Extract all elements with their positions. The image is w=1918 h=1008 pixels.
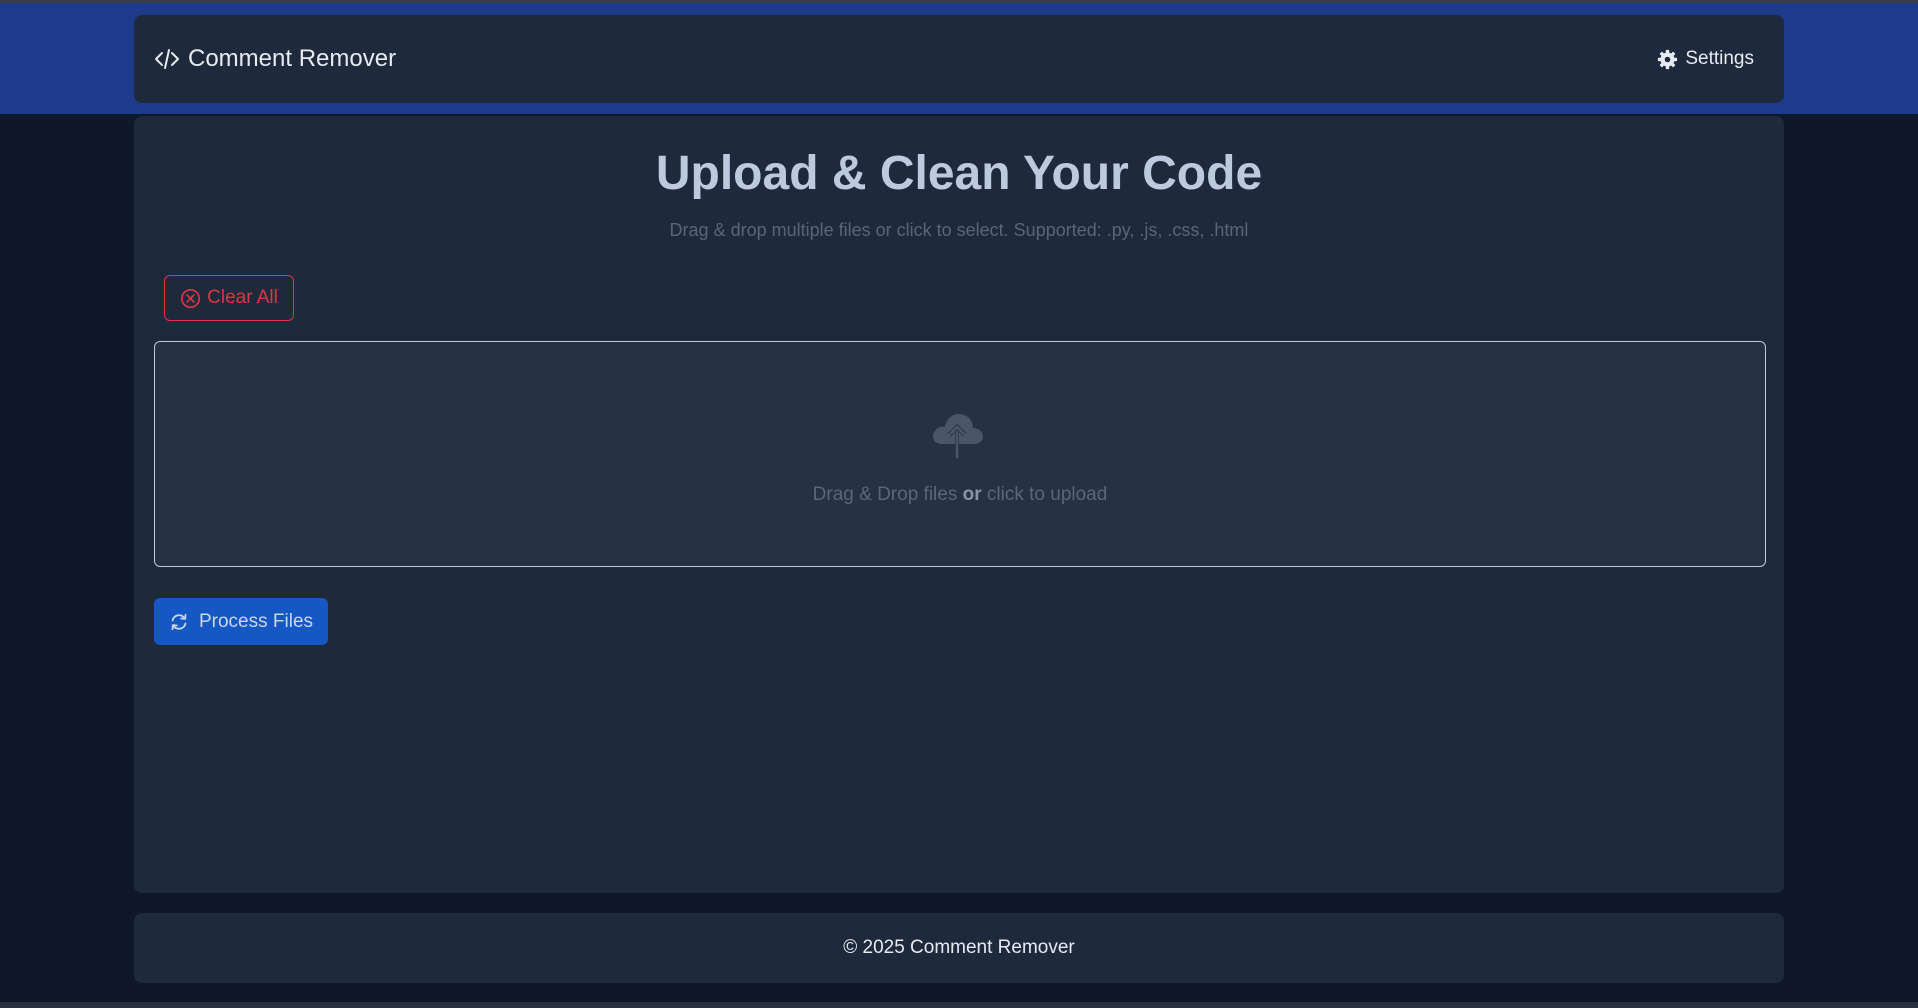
app-brand[interactable]: Comment Remover bbox=[154, 45, 396, 73]
upload-card: Upload & Clean Your Code Drag & drop mul… bbox=[134, 116, 1784, 893]
cloud-upload-icon bbox=[933, 414, 983, 459]
clear-all-button[interactable]: Clear All bbox=[164, 275, 294, 321]
process-files-label: Process Files bbox=[198, 610, 314, 632]
settings-label: Settings bbox=[1685, 48, 1754, 69]
file-dropzone[interactable]: Drag & Drop files or click to upload bbox=[154, 341, 1766, 567]
footer-copyright: © 2025 Comment Remover bbox=[843, 937, 1075, 958]
app-title: Comment Remover bbox=[188, 45, 397, 72]
page-title: Upload & Clean Your Code bbox=[655, 147, 1263, 200]
footer: © 2025 Comment Remover bbox=[134, 913, 1784, 983]
dropzone-text-after: click to upload bbox=[981, 484, 1108, 505]
navbar: Comment Remover Settings bbox=[134, 15, 1784, 103]
settings-button[interactable]: Settings bbox=[1657, 48, 1754, 70]
page-subtitle: Drag & drop multiple files or click to s… bbox=[669, 220, 1249, 240]
clear-all-label: Clear All bbox=[207, 287, 278, 308]
dropzone-text: Drag & Drop files or click to upload bbox=[155, 484, 1765, 506]
window-bottom-edge bbox=[0, 1002, 1918, 1008]
refresh-icon bbox=[171, 613, 187, 630]
code-slash-icon bbox=[155, 49, 179, 69]
dropzone-text-before: Drag & Drop files bbox=[812, 484, 963, 505]
x-circle-icon bbox=[181, 288, 201, 308]
dropzone-text-or: or bbox=[962, 484, 982, 505]
process-files-button[interactable]: Process Files bbox=[154, 598, 328, 645]
gear-icon bbox=[1658, 49, 1678, 69]
